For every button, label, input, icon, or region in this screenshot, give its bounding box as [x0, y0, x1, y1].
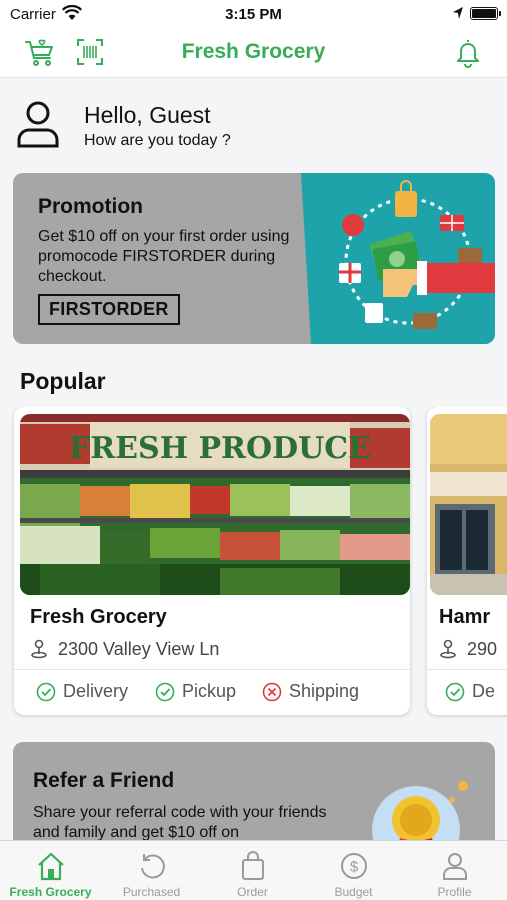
store-image: FRESH PRODUCE — [20, 414, 410, 595]
x-circle-icon — [262, 682, 282, 707]
location-arrow-icon — [452, 6, 464, 24]
card-divider — [14, 669, 410, 670]
tab-label: Purchased — [122, 885, 181, 899]
store-address: 290 — [467, 639, 498, 659]
promotion-title: Promotion — [38, 195, 143, 218]
tab-label: Fresh Grocery — [9, 885, 92, 899]
clock-time: 3:15 PM — [225, 6, 282, 23]
map-pin-icon — [439, 639, 457, 664]
history-icon — [141, 854, 165, 879]
app-title: Fresh Grocery — [181, 40, 326, 63]
check-circle-icon — [155, 682, 175, 707]
nav-bar: Fresh Grocery — [0, 28, 507, 78]
store-image — [430, 414, 507, 595]
hand-money-illustration — [339, 180, 495, 329]
service-label: Pickup — [182, 681, 237, 701]
store-name: Hamr — [439, 606, 491, 628]
section-title-popular: Popular — [20, 368, 106, 394]
store-card[interactable]: FRESH PRODUCE Fresh Grocery 2300 Valley … — [14, 407, 410, 715]
store-name: Fresh Grocery — [30, 606, 167, 628]
tab-purchased[interactable]: Purchased — [101, 841, 202, 900]
bag-icon — [242, 851, 264, 880]
service-label: Delivery — [63, 681, 129, 701]
store-card[interactable]: Hamr 290 De — [427, 407, 507, 715]
service-label: De — [472, 681, 496, 701]
refer-title: Refer a Friend — [33, 769, 175, 792]
promotion-card[interactable]: Promotion Get $10 off on your first orde… — [13, 173, 495, 344]
bell-icon[interactable] — [452, 36, 484, 68]
user-avatar-icon[interactable] — [16, 100, 60, 153]
tab-bar: Fresh Grocery Purchased Order $ Budget P… — [0, 840, 507, 900]
greeting-subtitle: How are you today ? — [84, 132, 231, 149]
tab-home[interactable]: Fresh Grocery — [0, 841, 101, 900]
tab-label: Budget — [334, 885, 373, 899]
person-icon — [443, 853, 467, 880]
promo-code-button[interactable]: FIRSTORDER — [38, 294, 180, 325]
tab-profile[interactable]: Profile — [404, 841, 505, 900]
popular-stores-carousel[interactable]: FRESH PRODUCE Fresh Grocery 2300 Valley … — [0, 407, 507, 722]
check-circle-icon — [445, 682, 465, 707]
card-divider — [427, 669, 507, 670]
tab-order[interactable]: Order — [202, 841, 303, 900]
status-bar: Carrier 3:15 PM — [0, 0, 507, 28]
store-sign-text: FRESH PRODUCE — [69, 431, 371, 466]
map-pin-icon — [30, 639, 48, 664]
check-circle-icon — [36, 682, 56, 707]
home-icon — [38, 852, 64, 881]
tab-budget[interactable]: $ Budget — [303, 841, 404, 900]
svg-text:$: $ — [350, 859, 359, 876]
battery-icon — [470, 7, 501, 20]
dollar-icon: $ — [341, 853, 367, 879]
tab-label: Order — [237, 885, 268, 899]
store-address: 2300 Valley View Ln — [58, 639, 220, 659]
tab-label: Profile — [437, 885, 472, 899]
greeting-header: Hello, Guest How are you today ? — [0, 80, 507, 165]
refer-description: Share your referral code with your frien… — [33, 804, 327, 841]
service-label: Shipping — [289, 681, 360, 701]
promotion-description: Get $10 off on your first order using pr… — [38, 228, 290, 285]
greeting-title: Hello, Guest — [84, 102, 211, 128]
